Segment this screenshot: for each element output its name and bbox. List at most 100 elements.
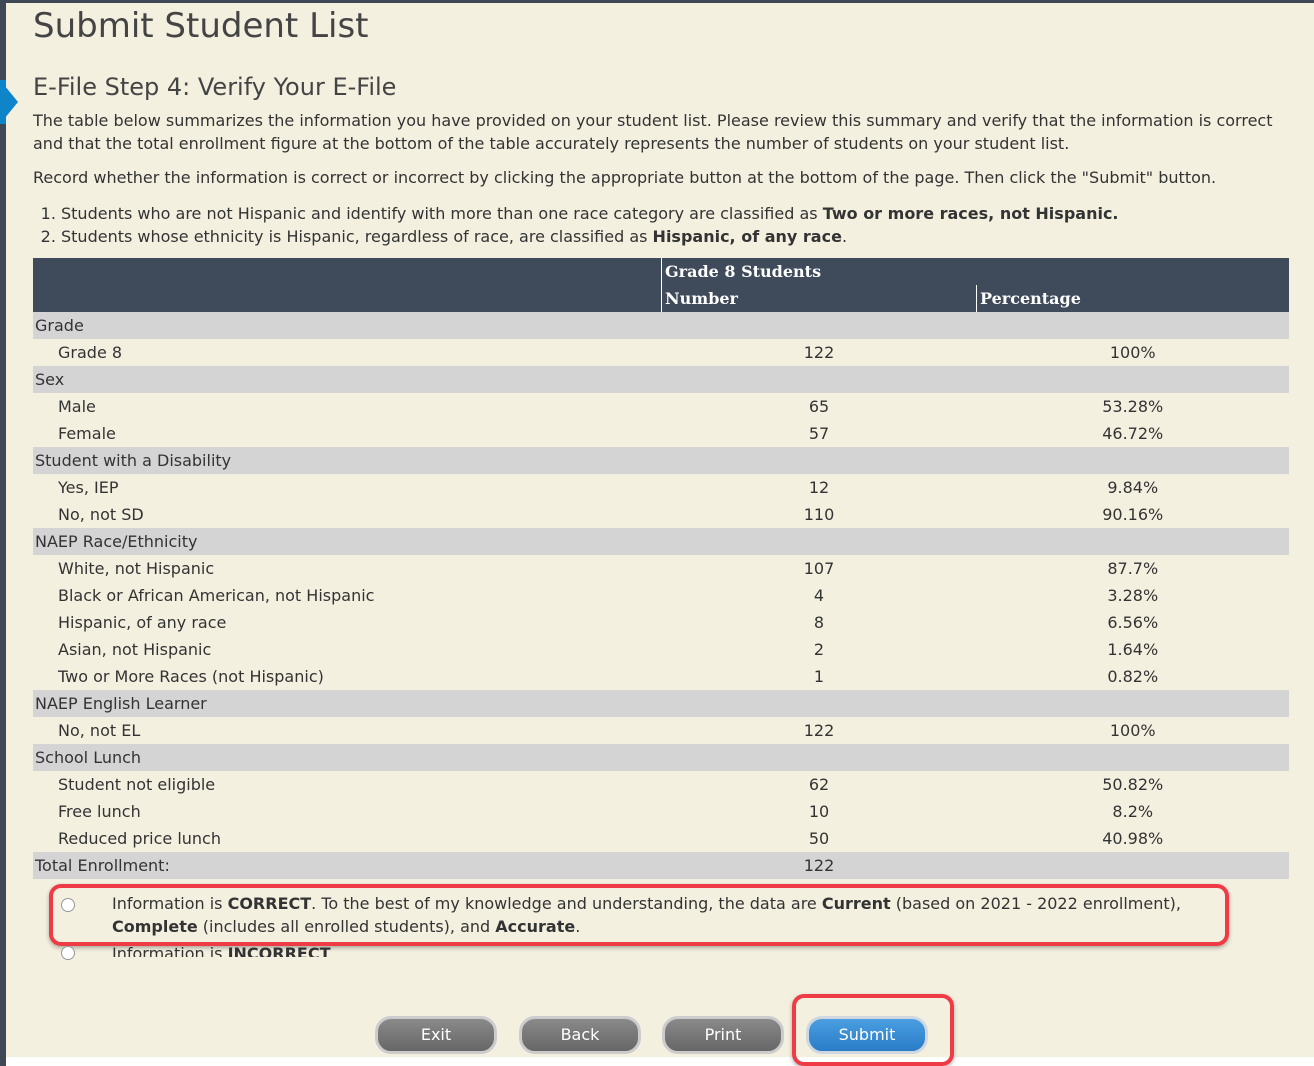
empty-cell bbox=[661, 312, 977, 339]
section-label: Student with a Disability bbox=[33, 447, 662, 474]
option-incorrect-label[interactable]: Information is INCORRECT. bbox=[112, 942, 1222, 957]
row-number: 62 bbox=[808, 775, 830, 794]
row-percentage: 6.56% bbox=[1107, 613, 1159, 632]
row-number: 1 bbox=[813, 667, 825, 686]
empty-cell bbox=[976, 447, 1289, 474]
arrow-right-icon bbox=[0, 80, 18, 124]
table-row: No, not SD 110 90.16% bbox=[33, 501, 1289, 528]
row-percentage: 90.16% bbox=[1102, 505, 1164, 524]
page-title: Submit Student List bbox=[33, 6, 369, 46]
empty-cell bbox=[976, 852, 1289, 879]
row-percentage: 46.72% bbox=[1102, 424, 1164, 443]
row-label: No, not EL bbox=[58, 721, 141, 740]
empty-cell bbox=[976, 528, 1289, 555]
row-percentage: 53.28% bbox=[1102, 397, 1164, 416]
section-row: Sex bbox=[33, 366, 1289, 393]
header-percentage: Percentage bbox=[976, 285, 1289, 312]
option-correct-label[interactable]: Information is CORRECT. To the best of m… bbox=[112, 892, 1222, 938]
header-empty bbox=[33, 258, 662, 285]
table-row: Two or More Races (not Hispanic) 1 0.82% bbox=[33, 663, 1289, 690]
row-label: Reduced price lunch bbox=[58, 829, 221, 848]
row-percentage: 8.2% bbox=[1112, 802, 1154, 821]
empty-cell bbox=[976, 690, 1289, 717]
section-label: NAEP English Learner bbox=[33, 690, 662, 717]
row-label: No, not SD bbox=[58, 505, 144, 524]
table-row: White, not Hispanic 107 87.7% bbox=[33, 555, 1289, 582]
row-percentage: 100% bbox=[1109, 721, 1156, 740]
note-text: Students whose ethnicity is Hispanic, re… bbox=[61, 227, 653, 246]
row-percentage: 9.84% bbox=[1107, 478, 1159, 497]
empty-cell bbox=[976, 312, 1289, 339]
row-number: 122 bbox=[803, 343, 835, 362]
print-button[interactable]: Print bbox=[662, 1016, 784, 1054]
row-number: 8 bbox=[813, 613, 825, 632]
total-row: Total Enrollment: 122 bbox=[33, 852, 1289, 879]
row-label: Asian, not Hispanic bbox=[58, 640, 212, 659]
row-label: Student not eligible bbox=[58, 775, 216, 794]
row-label: Two or More Races (not Hispanic) bbox=[58, 667, 324, 686]
empty-cell bbox=[661, 447, 977, 474]
summary-table: Grade 8 Students Number Percentage Grade… bbox=[33, 258, 1289, 879]
row-percentage: 0.82% bbox=[1107, 667, 1159, 686]
row-number: 110 bbox=[803, 505, 835, 524]
row-percentage: 50.82% bbox=[1102, 775, 1164, 794]
row-percentage: 100% bbox=[1109, 343, 1156, 362]
row-label: Female bbox=[58, 424, 116, 443]
note-item: Students whose ethnicity is Hispanic, re… bbox=[61, 225, 1119, 248]
header-empty bbox=[33, 285, 662, 312]
highlight-submit bbox=[792, 994, 954, 1066]
empty-cell bbox=[661, 366, 977, 393]
row-number: 10 bbox=[808, 802, 830, 821]
radio-incorrect[interactable] bbox=[61, 946, 75, 960]
row-number: 12 bbox=[808, 478, 830, 497]
table-row: Reduced price lunch 50 40.98% bbox=[33, 825, 1289, 852]
row-percentage: 1.64% bbox=[1107, 640, 1159, 659]
row-number: 65 bbox=[808, 397, 830, 416]
back-button[interactable]: Back bbox=[519, 1016, 641, 1054]
section-label: Grade bbox=[33, 312, 662, 339]
table-row: Yes, IEP 12 9.84% bbox=[33, 474, 1289, 501]
instruction-text: Record whether the information is correc… bbox=[33, 168, 1217, 187]
table-row: No, not EL 122 100% bbox=[33, 717, 1289, 744]
row-label: Male bbox=[58, 397, 96, 416]
row-percentage: 3.28% bbox=[1107, 586, 1159, 605]
table-row: Grade 8 122 100% bbox=[33, 339, 1289, 366]
empty-cell bbox=[661, 528, 977, 555]
row-number: 122 bbox=[803, 721, 835, 740]
intro-text: The table below summarizes the informati… bbox=[33, 111, 1273, 153]
step-title: E-File Step 4: Verify Your E-File bbox=[33, 73, 397, 101]
row-label: Grade 8 bbox=[58, 343, 123, 362]
section-label: School Lunch bbox=[33, 744, 662, 771]
table-row: Male 65 53.28% bbox=[33, 393, 1289, 420]
table-row: Female 57 46.72% bbox=[33, 420, 1289, 447]
empty-cell bbox=[661, 690, 977, 717]
section-row: School Lunch bbox=[33, 744, 1289, 771]
row-label: Black or African American, not Hispanic bbox=[58, 586, 375, 605]
row-label: Hispanic, of any race bbox=[58, 613, 227, 632]
left-sidebar-edge bbox=[0, 0, 6, 1066]
note-bold: Two or more races, not Hispanic. bbox=[822, 204, 1119, 223]
table-row: Hispanic, of any race 8 6.56% bbox=[33, 609, 1289, 636]
row-label: White, not Hispanic bbox=[58, 559, 215, 578]
exit-button[interactable]: Exit bbox=[375, 1016, 497, 1054]
section-row: NAEP Race/Ethnicity bbox=[33, 528, 1289, 555]
notes-list: Students who are not Hispanic and identi… bbox=[33, 202, 1119, 248]
radio-correct[interactable] bbox=[61, 898, 75, 912]
table-row: Free lunch 10 8.2% bbox=[33, 798, 1289, 825]
section-row: NAEP English Learner bbox=[33, 690, 1289, 717]
note-text: Students who are not Hispanic and identi… bbox=[61, 204, 823, 223]
row-label: Free lunch bbox=[58, 802, 141, 821]
top-bar bbox=[0, 0, 1314, 3]
row-number: 50 bbox=[808, 829, 830, 848]
table-row: Student not eligible 62 50.82% bbox=[33, 771, 1289, 798]
note-text: . bbox=[841, 227, 848, 246]
table-row: Asian, not Hispanic 2 1.64% bbox=[33, 636, 1289, 663]
table-row: Black or African American, not Hispanic 4… bbox=[33, 582, 1289, 609]
empty-cell bbox=[976, 366, 1289, 393]
empty-cell bbox=[976, 744, 1289, 771]
row-percentage: 87.7% bbox=[1107, 559, 1159, 578]
row-number: 107 bbox=[803, 559, 835, 578]
row-number: 57 bbox=[808, 424, 830, 443]
total-label: Total Enrollment: bbox=[33, 852, 662, 879]
section-label: Sex bbox=[33, 366, 662, 393]
